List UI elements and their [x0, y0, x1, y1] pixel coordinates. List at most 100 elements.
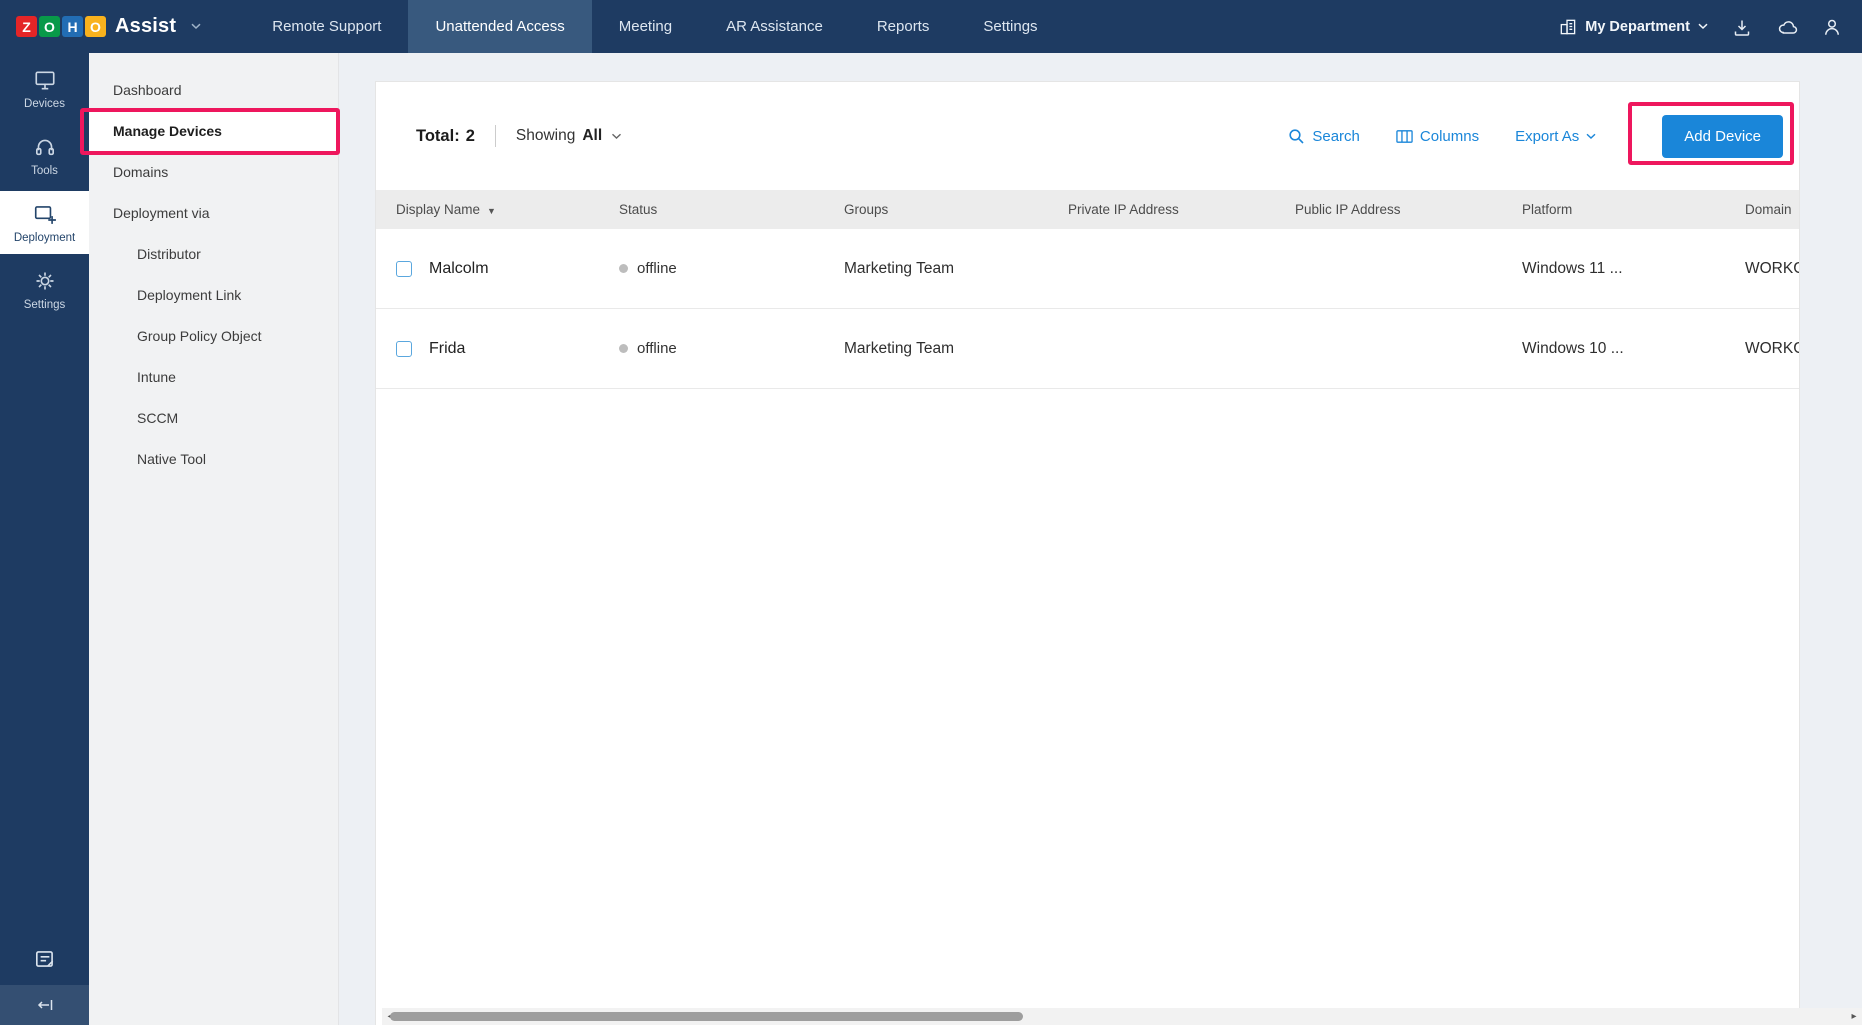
- chevron-down-icon: [611, 133, 622, 140]
- nav-ar-assistance[interactable]: AR Assistance: [699, 0, 850, 53]
- zoho-assist-brand[interactable]: Z O H O Assist: [0, 0, 201, 53]
- rail-item-settings[interactable]: Settings: [0, 258, 89, 321]
- chevron-down-icon: [1698, 23, 1708, 30]
- nav-remote-support[interactable]: Remote Support: [245, 0, 408, 53]
- device-group: Marketing Team: [844, 260, 1068, 278]
- rail-item-label: Deployment: [14, 232, 75, 244]
- scrollbar-thumb[interactable]: [390, 1012, 1023, 1021]
- column-header-status[interactable]: Status: [619, 202, 844, 217]
- columns-label: Columns: [1420, 128, 1479, 145]
- device-name[interactable]: Malcolm: [429, 260, 489, 278]
- primary-nav: Remote Support Unattended Access Meeting…: [245, 0, 1064, 53]
- sidebar-item-sccm[interactable]: SCCM: [89, 397, 338, 438]
- chevron-down-icon[interactable]: [191, 23, 201, 30]
- sidebar-item-deployment-link[interactable]: Deployment Link: [89, 274, 338, 315]
- search-icon: [1288, 128, 1305, 145]
- toolbar-actions: Search Columns Export As Add: [1288, 115, 1783, 158]
- column-header-platform[interactable]: Platform: [1522, 202, 1745, 217]
- deployment-sidebar: Dashboard Manage Devices Domains Deploym…: [89, 53, 339, 1025]
- device-platform: Windows 10 ...: [1522, 340, 1745, 358]
- feedback-icon[interactable]: [0, 933, 89, 985]
- user-profile-icon[interactable]: [1822, 17, 1842, 37]
- divider: [495, 125, 496, 147]
- rail-item-label: Devices: [24, 98, 65, 110]
- columns-button[interactable]: Columns: [1396, 128, 1479, 145]
- search-label: Search: [1312, 128, 1360, 145]
- table-row[interactable]: Frida offline Marketing Team Windows 10 …: [376, 309, 1799, 389]
- device-platform: Windows 11 ...: [1522, 260, 1745, 278]
- status-label: offline: [637, 340, 677, 357]
- total-label: Total:: [416, 127, 460, 146]
- sidebar-item-native-tool[interactable]: Native Tool: [89, 438, 338, 479]
- row-checkbox[interactable]: [396, 341, 412, 357]
- device-domain: WORKGROUP: [1745, 340, 1799, 358]
- main-content: Total: 2 Showing All Search: [339, 53, 1862, 1025]
- nav-reports[interactable]: Reports: [850, 0, 957, 53]
- logo-letter: O: [85, 16, 106, 37]
- add-device-button[interactable]: Add Device: [1662, 115, 1783, 158]
- offline-status-dot: [619, 264, 628, 273]
- collapse-sidebar-icon[interactable]: [0, 985, 89, 1025]
- sidebar-item-distributor[interactable]: Distributor: [89, 233, 338, 274]
- topbar-right: My Department: [1558, 0, 1862, 53]
- search-button[interactable]: Search: [1288, 128, 1360, 145]
- showing-value: All: [582, 127, 602, 145]
- zoho-logo: Z O H O: [16, 16, 106, 37]
- showing-filter-dropdown[interactable]: Showing All: [516, 127, 622, 145]
- download-icon[interactable]: [1732, 17, 1752, 37]
- devices-toolbar: Total: 2 Showing All Search: [376, 82, 1799, 190]
- total-count: Total: 2: [416, 127, 475, 146]
- showing-label: Showing: [516, 127, 575, 145]
- nav-meeting[interactable]: Meeting: [592, 0, 699, 53]
- devices-card: Total: 2 Showing All Search: [375, 81, 1800, 1025]
- row-checkbox[interactable]: [396, 261, 412, 277]
- sidebar-item-domains[interactable]: Domains: [89, 151, 338, 192]
- export-label: Export As: [1515, 128, 1579, 145]
- offline-status-dot: [619, 344, 628, 353]
- column-header-display-name[interactable]: Display Name ▼: [376, 202, 619, 217]
- cloud-icon[interactable]: [1776, 17, 1798, 37]
- scroll-right-arrow-icon[interactable]: ▸: [1846, 1008, 1862, 1025]
- rail-item-label: Settings: [24, 299, 66, 311]
- building-icon: [1558, 17, 1577, 36]
- icon-rail: Devices Tools Deployment Settings: [0, 53, 89, 1025]
- rail-spacer: [0, 321, 89, 933]
- logo-letter: Z: [16, 16, 37, 37]
- horizontal-scrollbar[interactable]: ◂ ▸: [382, 1008, 1862, 1025]
- column-header-groups[interactable]: Groups: [844, 202, 1068, 217]
- columns-icon: [1396, 129, 1413, 144]
- chevron-down-icon: [1586, 133, 1596, 140]
- sidebar-item-group-policy-object[interactable]: Group Policy Object: [89, 315, 338, 356]
- logo-letter: O: [39, 16, 60, 37]
- sidebar-item-manage-devices[interactable]: Manage Devices: [89, 110, 338, 151]
- column-header-domain[interactable]: Domain: [1745, 202, 1799, 217]
- column-header-public-ip[interactable]: Public IP Address: [1295, 202, 1522, 217]
- device-group: Marketing Team: [844, 340, 1068, 358]
- gear-icon: [33, 269, 57, 293]
- total-value: 2: [466, 127, 475, 146]
- rail-item-devices[interactable]: Devices: [0, 57, 89, 120]
- logo-letter: H: [62, 16, 83, 37]
- product-name: Assist: [115, 15, 176, 38]
- device-name[interactable]: Frida: [429, 340, 465, 358]
- headset-icon: [33, 135, 57, 159]
- rail-item-deployment[interactable]: Deployment: [0, 191, 89, 254]
- table-row[interactable]: Malcolm offline Marketing Team Windows 1…: [376, 229, 1799, 309]
- nav-unattended-access[interactable]: Unattended Access: [408, 0, 591, 53]
- department-selector[interactable]: My Department: [1558, 17, 1708, 36]
- status-label: offline: [637, 260, 677, 277]
- rail-item-label: Tools: [31, 165, 58, 177]
- sidebar-item-intune[interactable]: Intune: [89, 356, 338, 397]
- device-domain: WORKGROUP: [1745, 260, 1799, 278]
- column-label: Display Name: [396, 202, 480, 217]
- sidebar-item-dashboard[interactable]: Dashboard: [89, 69, 338, 110]
- sort-desc-icon[interactable]: ▼: [487, 206, 496, 216]
- deployment-icon: [33, 202, 57, 226]
- sidebar-item-deployment-via[interactable]: Deployment via: [89, 192, 338, 233]
- rail-item-tools[interactable]: Tools: [0, 124, 89, 187]
- column-header-private-ip[interactable]: Private IP Address: [1068, 202, 1295, 217]
- table-header: Display Name ▼ Status Groups Private IP A…: [376, 190, 1799, 229]
- top-navbar: Z O H O Assist Remote Support Unattended…: [0, 0, 1862, 53]
- export-as-dropdown[interactable]: Export As: [1515, 128, 1596, 145]
- nav-settings[interactable]: Settings: [956, 0, 1064, 53]
